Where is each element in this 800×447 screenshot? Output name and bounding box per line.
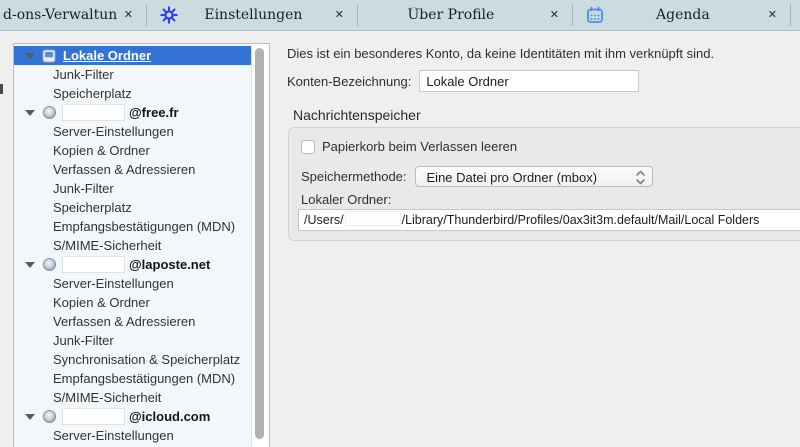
account-name-input[interactable] [419, 70, 640, 92]
gear-icon [160, 6, 178, 24]
message-storage-title: Nachrichtenspeicher [293, 107, 421, 123]
sidebar-item-label: Empfangsbestätigungen (MDN) [53, 371, 236, 386]
sidebar-item-label: Lokale Ordner [63, 48, 152, 63]
redacted-username [62, 256, 125, 273]
sidebar-item-junk-filter[interactable]: Junk-Filter [14, 65, 251, 84]
local-dir-path-field[interactable]: /Users/ /Library/Thunderbird/Profiles/0ax… [298, 209, 800, 231]
account-name-label: Konten-Bezeichnung: [287, 73, 412, 89]
accounts-tree: Lokale Ordner Junk-Filter Speicherplatz @fr… [14, 44, 251, 447]
sidebar-item-label: Empfangsbestätigungen (MDN) [53, 219, 236, 234]
sidebar-item-label: Synchronisation & Speicherplatz [53, 352, 241, 367]
sidebar-item-lokale-ordner[interactable]: Lokale Ordner [14, 46, 251, 65]
empty-trash-row: Papierkorb beim Verlassen leeren [301, 139, 517, 154]
sidebar-item-s-mime-sicherheit[interactable]: S/MIME-Sicherheit [14, 236, 251, 255]
sidebar-item-empfangsbestätigungen-mdn[interactable]: Empfangsbestätigungen (MDN) [14, 217, 251, 236]
sidebar-item-label: Kopien & Ordner [53, 143, 150, 158]
sidebar-item-verfassen-adressieren[interactable]: Verfassen & Adressieren [14, 312, 251, 331]
tab-addons[interactable]: d-ons-Verwaltung ✕ [0, 0, 146, 30]
tab-label-addons: d-ons-Verwaltung [3, 7, 118, 23]
sidebar-item-label: Verfassen & Adressieren [53, 162, 196, 177]
sidebar-account-laposte-net[interactable]: @laposte.net [14, 255, 251, 274]
sidebar-item-label: S/MIME-Sicherheit [53, 390, 162, 405]
local-dir-label: Lokaler Ordner: [301, 192, 392, 207]
sidebar-account-icloud-com[interactable]: @icloud.com [14, 407, 251, 426]
sidebar-item-server-einstellungen[interactable]: Server-Einstellungen [14, 426, 251, 445]
disclosure-triangle-icon[interactable] [25, 109, 35, 116]
empty-trash-label: Papierkorb beim Verlassen leeren [322, 139, 518, 154]
tab-close-icon-agenda[interactable]: ✕ [762, 0, 790, 30]
empty-trash-checkbox[interactable] [301, 139, 315, 154]
calendar-icon [586, 6, 604, 24]
disclosure-triangle-icon[interactable] [25, 413, 35, 420]
sidebar-item-server-einstellungen[interactable]: Server-Einstellungen [14, 274, 251, 293]
tab-about-profiles[interactable]: Über Profile ✕ [358, 0, 572, 30]
tab-bar: d-ons-Verwaltung ✕ Einstellungen ✕ Über Prof… [0, 0, 800, 31]
sidebar-item-label: Speicherplatz [53, 200, 132, 215]
message-storage-groupbox: Papierkorb beim Verlassen leeren Speiche… [288, 127, 800, 241]
account-settings-panel: Dies ist ein besonderes Konto, da keine … [285, 30, 800, 447]
globe-icon [42, 410, 56, 424]
disclosure-triangle-icon[interactable] [25, 52, 35, 59]
sidebar-item-label: Server-Einstellungen [53, 428, 174, 443]
sidebar-item-label: Junk-Filter [53, 67, 114, 82]
tab-close-icon-settings[interactable]: ✕ [329, 0, 357, 30]
computer-icon [42, 48, 56, 63]
background-window-edge [0, 84, 3, 94]
sidebar-item-label: Speicherplatz [53, 86, 132, 101]
account-name-row: Konten-Bezeichnung: [287, 70, 640, 92]
sidebar-item-speicherplatz[interactable]: Speicherplatz [14, 198, 251, 217]
redacted-username [62, 104, 125, 121]
special-account-note: Dies ist ein besonderes Konto, da keine … [287, 46, 715, 61]
store-method-label: Speichermethode: [301, 169, 407, 184]
store-method-select[interactable]: Eine Datei pro Ordner (mbox) [414, 166, 653, 187]
sidebar-item-junk-filter[interactable]: Junk-Filter [14, 179, 251, 198]
tab-label-settings: Einstellungen [204, 7, 303, 23]
tab-label-agenda: Agenda [656, 7, 710, 23]
sidebar-item-label: Verfassen & Adressieren [53, 314, 196, 329]
store-method-row: Speichermethode: Eine Datei pro Ordner (… [301, 166, 653, 187]
sidebar-item-server-einstellungen[interactable]: Server-Einstellungen [14, 122, 251, 141]
tab-close-icon-about-profiles[interactable]: ✕ [544, 0, 572, 30]
sidebar-item-kopien-ordner[interactable]: Kopien & Ordner [14, 293, 251, 312]
sidebar-item-verfassen-adressieren[interactable]: Verfassen & Adressieren [14, 160, 251, 179]
tab-agenda[interactable]: Agenda ✕ [573, 0, 790, 30]
tab-settings[interactable]: Einstellungen ✕ [147, 0, 357, 30]
store-method-value: Eine Datei pro Ordner (mbox) [426, 170, 598, 185]
sidebar-item-speicherplatz[interactable]: Speicherplatz [14, 84, 251, 103]
globe-icon [42, 106, 56, 120]
tab-separator [790, 4, 791, 26]
sidebar-item-s-mime-sicherheit[interactable]: S/MIME-Sicherheit [14, 388, 251, 407]
sidebar-item-label: Kopien & Ordner [53, 295, 150, 310]
chevron-up-down-icon [635, 170, 645, 191]
sidebar-item-synchronisation-speicherplatz[interactable]: Synchronisation & Speicherplatz [14, 350, 251, 369]
sidebar-item-junk-filter[interactable]: Junk-Filter [14, 331, 251, 350]
accounts-sidebar: Lokale Ordner Junk-Filter Speicherplatz @fr… [13, 43, 270, 447]
redacted-username [344, 211, 401, 226]
sidebar-item-kopien-ordner[interactable]: Kopien & Ordner [14, 141, 251, 160]
sidebar-item-label: Server-Einstellungen [53, 124, 174, 139]
globe-icon [42, 258, 56, 272]
sidebar-scrollbar[interactable] [251, 44, 269, 447]
disclosure-triangle-icon[interactable] [25, 261, 35, 268]
tab-close-icon-addons[interactable]: ✕ [118, 0, 146, 30]
redacted-username [62, 408, 125, 425]
path-prefix: /Users/ [304, 213, 344, 227]
sidebar-item-label: @laposte.net [129, 257, 211, 272]
sidebar-item-label: @free.fr [129, 105, 179, 120]
sidebar-item-label: S/MIME-Sicherheit [53, 238, 162, 253]
sidebar-item-label: Junk-Filter [53, 181, 114, 196]
tab-label-about-profiles: Über Profile [407, 7, 495, 23]
sidebar-item-label: Junk-Filter [53, 333, 114, 348]
sidebar-item-label: @icloud.com [129, 409, 211, 424]
sidebar-scrollbar-thumb[interactable] [255, 48, 264, 439]
sidebar-account-free-fr[interactable]: @free.fr [14, 103, 251, 122]
path-suffix: /Library/Thunderbird/Profiles/0ax3it3m.d… [401, 213, 760, 227]
sidebar-item-label: Server-Einstellungen [53, 276, 174, 291]
sidebar-item-empfangsbestätigungen-mdn[interactable]: Empfangsbestätigungen (MDN) [14, 369, 251, 388]
thunderbird-settings-window: d-ons-Verwaltung ✕ Einstellungen ✕ Über Prof… [0, 0, 800, 447]
